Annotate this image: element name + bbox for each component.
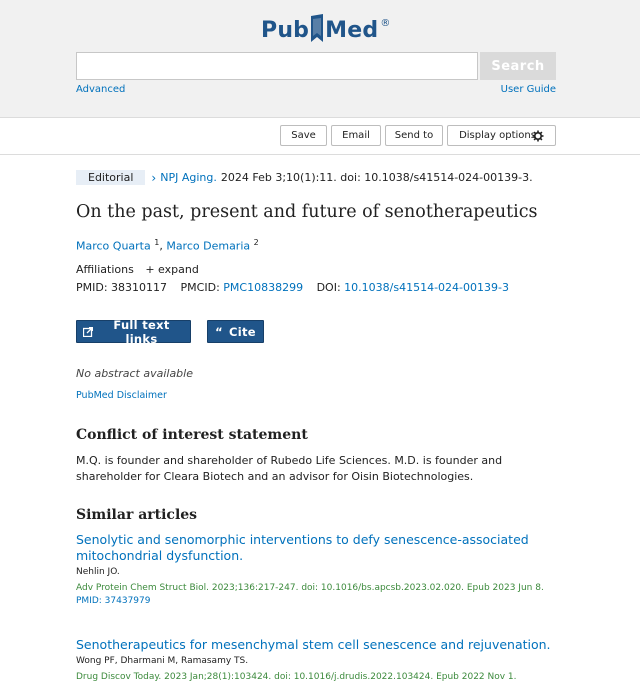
bookmark-icon [310, 14, 324, 48]
identifiers-row: PMID: 38310117 PMCID: PMC10838299 DOI: 1… [76, 281, 509, 294]
no-abstract-note: No abstract available [76, 367, 193, 380]
similar-article-authors: Nehlin JO. [76, 567, 120, 577]
doi-label: DOI: [316, 281, 341, 294]
send-to-button[interactable]: Send to [385, 125, 443, 146]
article-title: On the past, present and future of senot… [76, 202, 538, 222]
pmcid-label: PMCID: [180, 281, 220, 294]
header-band: Pub Med ® Search Advanced User Guide [0, 0, 640, 118]
full-text-links-button[interactable]: Full text links [76, 317, 191, 346]
full-text-links-label: Full text links [113, 317, 170, 346]
gear-icon [532, 130, 544, 142]
author-list: Marco Quarta 1, Marco Demaria 2 [76, 238, 259, 253]
quote-icon: “ [215, 324, 223, 339]
cite-label: Cite [228, 324, 256, 339]
save-label: Save [291, 130, 316, 141]
similar-article-pmid: PMID: 37437979 [76, 596, 151, 606]
similar-article-title-link[interactable]: Senotherapeutics for mesenchymal stem ce… [76, 637, 566, 653]
author-affiliation-number[interactable]: 2 [254, 238, 259, 247]
pmcid-link[interactable]: PMC10838299 [223, 281, 303, 294]
pubmed-disclaimer-link[interactable]: PubMed Disclaimer [76, 390, 167, 401]
affiliations-row: Affiliations + expand [76, 263, 199, 276]
advanced-search-link[interactable]: Advanced [76, 84, 125, 95]
send-to-label: Send to [394, 130, 434, 141]
logo-text-pub: Pub [261, 18, 310, 43]
action-bar: Save Email Send to Display options [0, 118, 640, 155]
search-input[interactable] [76, 52, 478, 80]
article-type-badge: Editorial [76, 170, 146, 185]
citation-text: 2024 Feb 3;10(1):11. doi: 10.1038/s41514… [220, 171, 533, 184]
pubmed-logo[interactable]: Pub Med ® [261, 14, 390, 48]
author-link[interactable]: Marco Quarta [76, 240, 151, 253]
pmid-value: 38310117 [111, 281, 168, 294]
similar-articles-heading: Similar articles [76, 507, 198, 523]
registered-mark: ® [380, 18, 391, 29]
email-button[interactable]: Email [331, 125, 381, 146]
coi-statement: M.Q. is founder and shareholder of Rubed… [76, 454, 503, 483]
cite-button[interactable]: “ Cite [207, 320, 264, 343]
external-link-icon [83, 326, 93, 337]
save-button[interactable]: Save [280, 125, 327, 146]
display-options-button[interactable]: Display options [447, 125, 556, 146]
logo-text-med: Med [325, 18, 379, 43]
journal-link[interactable]: NPJ Aging. [160, 171, 217, 184]
search-button[interactable]: Search [480, 52, 556, 80]
coi-heading: Conflict of interest statement [76, 427, 308, 443]
expand-affiliations-button[interactable]: + expand [145, 263, 198, 276]
author-link[interactable]: Marco Demaria [166, 240, 250, 253]
similar-article-title-link[interactable]: Senolytic and senomorphic interventions … [76, 532, 566, 564]
similar-article-citation: Adv Protein Chem Struct Biol. 2023;136:2… [76, 583, 544, 593]
similar-article-citation: Drug Discov Today. 2023 Jan;28(1):103424… [76, 672, 517, 682]
display-options-label: Display options [459, 130, 536, 141]
similar-article-authors: Wong PF, Dharmani M, Ramasamy TS. [76, 656, 249, 666]
affiliations-label: Affiliations [76, 263, 134, 276]
similar-article-item: Senotherapeutics for mesenchymal stem ce… [76, 637, 566, 685]
email-label: Email [342, 130, 370, 141]
user-guide-link[interactable]: User Guide [501, 84, 556, 95]
publication-line: Editorial › NPJ Aging. 2024 Feb 3;10(1):… [76, 170, 558, 185]
similar-article-item: Senolytic and senomorphic interventions … [76, 532, 566, 606]
doi-link[interactable]: 10.1038/s41514-024-00139-3 [344, 281, 509, 294]
chevron-right-icon: › [151, 170, 157, 185]
pmid-label: PMID: [76, 281, 108, 294]
